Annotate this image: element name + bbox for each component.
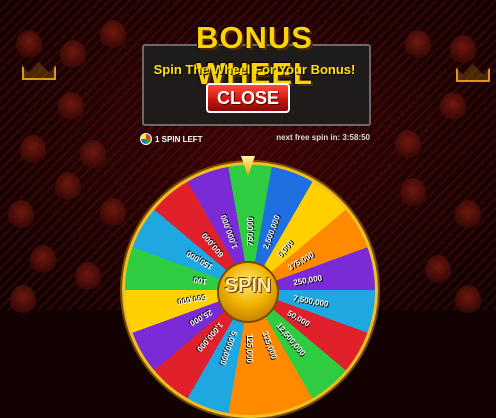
wheel-segment-label: 125,000 [245, 334, 254, 363]
face-icon [55, 172, 81, 202]
wheel-segment-label: 5,000,000 [218, 329, 239, 367]
subtitle: Spin The Wheel For Your Bonus! [153, 62, 356, 77]
face-icon [20, 135, 46, 165]
wheel-segment-label: 25,000 [188, 307, 214, 328]
wheel-segment-label: 50,000 [285, 308, 312, 329]
wheel-segment-label: 375,000 [286, 250, 316, 273]
wheel-segment-label: 2,500,000 [261, 213, 282, 251]
spin-label: SPIN [224, 275, 272, 297]
wheel-segment-label: 500,000 [177, 292, 208, 307]
spins-left-indicator: 1 SPIN LEFT [140, 133, 203, 145]
wheel-segment-label: 5,000 [275, 238, 295, 260]
face-icon [80, 140, 106, 170]
wheel-segment-label: 325,000 [260, 329, 279, 361]
face-icon [58, 92, 84, 122]
spin-button[interactable]: SPIN [217, 261, 279, 323]
wheel-segment-label: 12,500,000 [274, 321, 308, 358]
wheel-segment-label: 100 [192, 275, 208, 287]
face-icon [455, 200, 481, 230]
wheel-segment-label: 1,000,000 [219, 213, 240, 251]
close-button[interactable]: CLOSE [206, 83, 290, 113]
face-icon [425, 255, 451, 285]
wheel-icon [140, 133, 152, 145]
face-icon [405, 30, 431, 60]
face-icon [16, 30, 42, 60]
wheel-segment-label: 7,500,000 [292, 293, 330, 309]
face-icon [395, 130, 421, 160]
wheel-segment-label: 1,000,000 [195, 320, 225, 354]
next-spin-timer: next free spin in: 3:58:50 [276, 133, 370, 142]
face-icon [400, 178, 426, 208]
page-title: BONUS WHEEL [196, 20, 313, 91]
face-icon [440, 92, 466, 122]
face-icon [455, 285, 481, 315]
wheel-segment-label: 250,000 [292, 273, 323, 288]
wheel-segment-label: 600,000 [200, 230, 226, 259]
face-icon [60, 40, 86, 70]
face-icon [30, 245, 56, 275]
face-icon [8, 200, 34, 230]
wheel-segment-label: 150,000 [184, 249, 215, 272]
spins-left-label: 1 SPIN LEFT [155, 134, 203, 144]
face-icon [450, 35, 476, 65]
face-icon [100, 20, 126, 50]
wheel-segment-label: 750,000 [246, 217, 255, 246]
face-icon [10, 285, 36, 315]
face-icon [75, 262, 101, 292]
